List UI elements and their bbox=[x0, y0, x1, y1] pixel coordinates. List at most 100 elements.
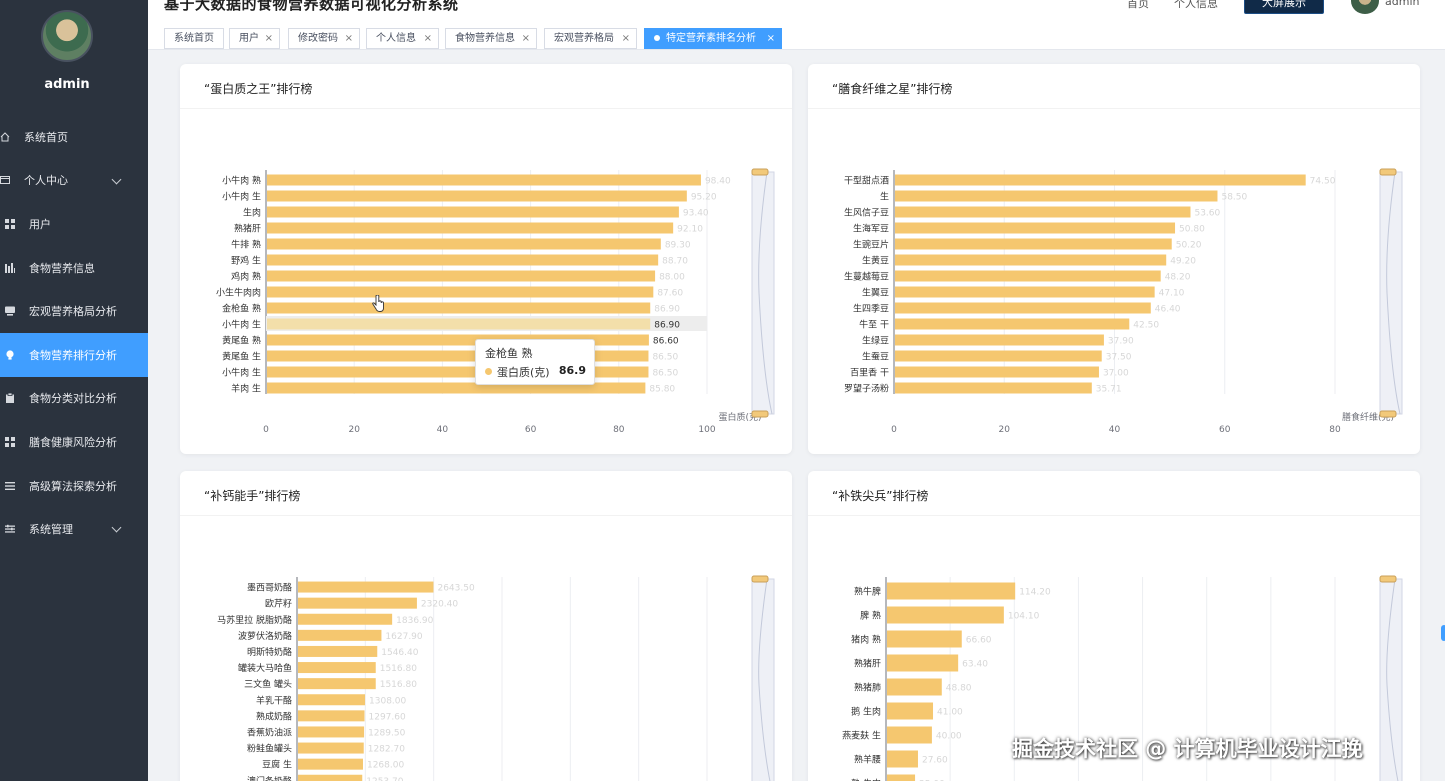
sidebar-item-label: 系统首页 bbox=[24, 130, 68, 144]
tab-profile[interactable]: 个人信息 × bbox=[366, 28, 439, 49]
bar bbox=[895, 270, 1161, 282]
chart-card-protein: “蛋白质之王”排行榜 小牛肉 熟 98.40 小牛肉 生 95.20 生肉 93.40 熟猪… bbox=[180, 64, 792, 454]
header-home-link[interactable]: 首页 bbox=[1127, 0, 1149, 11]
value-label: 46.40 bbox=[1155, 305, 1181, 315]
datazoom-handle-top bbox=[751, 168, 769, 176]
x-tick-label: 20 bbox=[348, 425, 360, 435]
bar bbox=[267, 238, 661, 250]
value-label: 1546.40 bbox=[381, 648, 418, 658]
bar bbox=[895, 350, 1102, 362]
tab-users[interactable]: 用户 × bbox=[229, 28, 280, 49]
value-label: 88.70 bbox=[662, 257, 688, 267]
tooltip-title: 金枪鱼 熟 bbox=[485, 347, 533, 360]
monitor-icon bbox=[5, 306, 15, 316]
sidebar-item-macro-analysis[interactable]: 宏观营养格局分析 bbox=[0, 289, 148, 333]
sidebar-item-advanced-algo[interactable]: 高级算法探索分析 bbox=[0, 464, 148, 508]
tab-home[interactable]: 系统首页 bbox=[164, 28, 224, 49]
bar bbox=[895, 254, 1167, 266]
calcium-ranking-chart[interactable]: 墨西哥奶酪 2643.50 欧芹籽 2320.40 马苏里拉 脱脂奶酪 1836.90 波萝… bbox=[180, 471, 792, 781]
category-label: 燕麦麸 生 bbox=[842, 730, 881, 742]
avatar[interactable] bbox=[1351, 0, 1379, 14]
category-label: 猪肉 熟 bbox=[851, 634, 881, 646]
bar bbox=[887, 630, 962, 648]
value-label: 86.60 bbox=[653, 337, 679, 347]
close-icon[interactable]: × bbox=[345, 29, 353, 48]
gear-icon bbox=[5, 524, 15, 533]
protein-ranking-chart[interactable]: 小牛肉 熟 98.40 小牛肉 生 95.20 生肉 93.40 熟猪肝 92.10 牛排 熟 8… bbox=[180, 64, 792, 454]
bar bbox=[895, 302, 1151, 314]
bar bbox=[298, 758, 363, 770]
tab-food-info[interactable]: 食物营养信息 × bbox=[445, 28, 537, 49]
tab-label: 个人信息 bbox=[376, 33, 416, 44]
value-label: 1516.80 bbox=[380, 664, 417, 674]
tab-ranking[interactable]: 特定营养素排名分析 × bbox=[644, 28, 782, 49]
floating-handle[interactable] bbox=[1441, 625, 1445, 641]
sidebar-item-ranking-analysis[interactable]: 食物营养排行分析 bbox=[0, 332, 148, 377]
bar bbox=[267, 302, 651, 314]
value-label: 86.90 bbox=[654, 321, 680, 331]
bar bbox=[887, 606, 1004, 624]
close-icon[interactable]: × bbox=[767, 29, 775, 48]
category-label: 羊肉 生 bbox=[231, 383, 261, 395]
close-icon[interactable]: × bbox=[622, 29, 630, 48]
bar bbox=[895, 238, 1172, 250]
value-label: 50.20 bbox=[1176, 241, 1202, 251]
tab-bar: 系统首页 用户 × 修改密码 × 个人信息 × 食物营养信息 × 宏观营养格局 × 特定营… bbox=[148, 26, 1445, 50]
x-tick-label: 0 bbox=[263, 425, 269, 435]
category-label: 羊乳干酪 bbox=[256, 694, 292, 706]
category-label: 金枪鱼 熟 bbox=[222, 303, 261, 315]
avatar[interactable] bbox=[41, 10, 93, 62]
category-label: 罐装大马哈鱼 bbox=[238, 662, 292, 674]
big-screen-button[interactable]: 大屏展示 bbox=[1244, 0, 1324, 14]
bar bbox=[887, 678, 942, 696]
bar bbox=[895, 366, 1099, 378]
value-label: 98.40 bbox=[705, 177, 731, 187]
value-label: 87.60 bbox=[657, 289, 683, 299]
tooltip-value: 86.9 bbox=[558, 364, 586, 377]
header-username[interactable]: admin bbox=[1385, 0, 1419, 8]
category-label: 黄尾鱼 生 bbox=[222, 351, 261, 363]
sidebar-item-category-compare[interactable]: 食物分类对比分析 bbox=[0, 377, 148, 421]
category-label: 明斯特奶酪 bbox=[247, 646, 292, 658]
category-label: 熟成奶酪 bbox=[256, 710, 292, 722]
x-tick-label: 40 bbox=[1109, 425, 1121, 435]
chevron-down-icon bbox=[111, 522, 122, 533]
value-label: 1253.70 bbox=[366, 777, 403, 781]
value-label: 41.00 bbox=[937, 708, 963, 718]
tooltip-series: 蛋白质(克) bbox=[497, 366, 550, 379]
category-label: 野鸡 生 bbox=[231, 255, 261, 267]
sidebar-item-system-admin[interactable]: 系统管理 bbox=[0, 507, 148, 551]
sidebar-item-food-info[interactable]: 食物营养信息 bbox=[0, 246, 148, 290]
tab-macro[interactable]: 宏观营养格局 × bbox=[544, 28, 637, 49]
tab-label: 系统首页 bbox=[174, 33, 214, 44]
x-tick-label: 20 bbox=[999, 425, 1011, 435]
sidebar: admin 系统首页 个人中心 用户 食物营养信息 宏观营养格局分析 食物营养排… bbox=[0, 0, 148, 781]
datazoom-handle-top bbox=[1379, 168, 1397, 176]
category-label: 熟猪肝 bbox=[234, 223, 261, 235]
bar bbox=[267, 222, 674, 234]
value-label: 58.50 bbox=[1221, 193, 1247, 203]
top-header: 基于大数据的食物营养数据可视化分析系统 首页 个人信息 大屏展示 admin bbox=[148, 0, 1445, 26]
bar bbox=[298, 774, 363, 781]
tab-label: 食物营养信息 bbox=[455, 33, 515, 44]
bar bbox=[298, 597, 417, 609]
sidebar-item-profile[interactable]: 个人中心 bbox=[0, 159, 148, 203]
sidebar-item-diet-risk[interactable]: 膳食健康风险分析 bbox=[0, 420, 148, 464]
header-profile-link[interactable]: 个人信息 bbox=[1174, 0, 1218, 11]
sidebar-item-users[interactable]: 用户 bbox=[0, 202, 148, 246]
bar bbox=[267, 206, 679, 218]
sidebar-item-home[interactable]: 系统首页 bbox=[0, 115, 148, 159]
category-label: 熟羊腰 bbox=[854, 754, 881, 766]
datazoom-track bbox=[751, 171, 775, 415]
fiber-ranking-chart[interactable]: 干型甜点酒 74.50 生 58.50 生风信子豆 53.60 生海军豆 50.80 生豌豆片 5… bbox=[808, 64, 1420, 454]
close-icon[interactable]: × bbox=[522, 29, 530, 48]
category-label: 马苏里拉 脱脂奶酪 bbox=[217, 614, 292, 626]
chart-tooltip: 金枪鱼 熟 蛋白质(克) 86.9 bbox=[475, 339, 595, 385]
value-label: 49.20 bbox=[1170, 257, 1196, 267]
close-icon[interactable]: × bbox=[424, 29, 432, 48]
sidebar-item-label: 食物分类对比分析 bbox=[29, 392, 117, 406]
bar bbox=[298, 662, 376, 674]
close-icon[interactable]: × bbox=[265, 29, 273, 48]
tab-change-password[interactable]: 修改密码 × bbox=[288, 28, 360, 49]
value-label: 42.50 bbox=[1133, 321, 1159, 331]
